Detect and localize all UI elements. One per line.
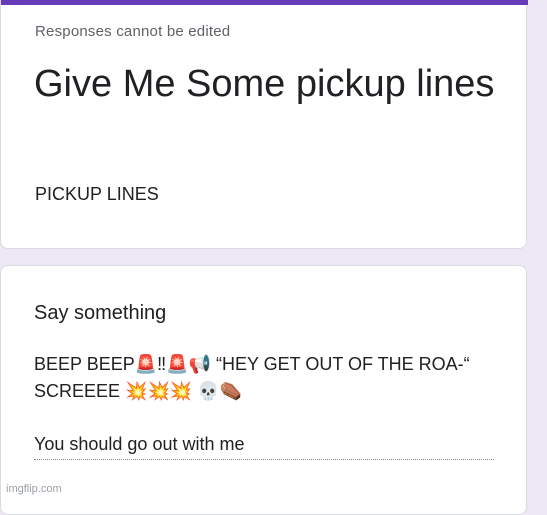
answer-text-line: BEEP BEEP🚨‼🚨📢 “HEY GET OUT OF THE ROA-“ [34, 354, 470, 374]
form-title: Give Me Some pickup lines [34, 63, 495, 105]
form-description: PICKUP LINES [35, 184, 159, 204]
question-title: Say something [34, 302, 167, 324]
responses-notice: Responses cannot be edited [35, 23, 231, 40]
form-header-card: Responses cannot be edited Give Me Some … [0, 0, 528, 249]
header-accent-bar [1, 0, 528, 5]
question-card: Say something BEEP BEEP🚨‼🚨📢 “HEY GET OUT… [0, 265, 527, 515]
answer-text-line: SCREEEE 💥💥💥 💀⚰️ [34, 381, 243, 401]
answer-field-underline [34, 459, 494, 460]
answer-text-line: You should go out with me [34, 434, 245, 454]
watermark: imgflip.com [6, 483, 62, 495]
